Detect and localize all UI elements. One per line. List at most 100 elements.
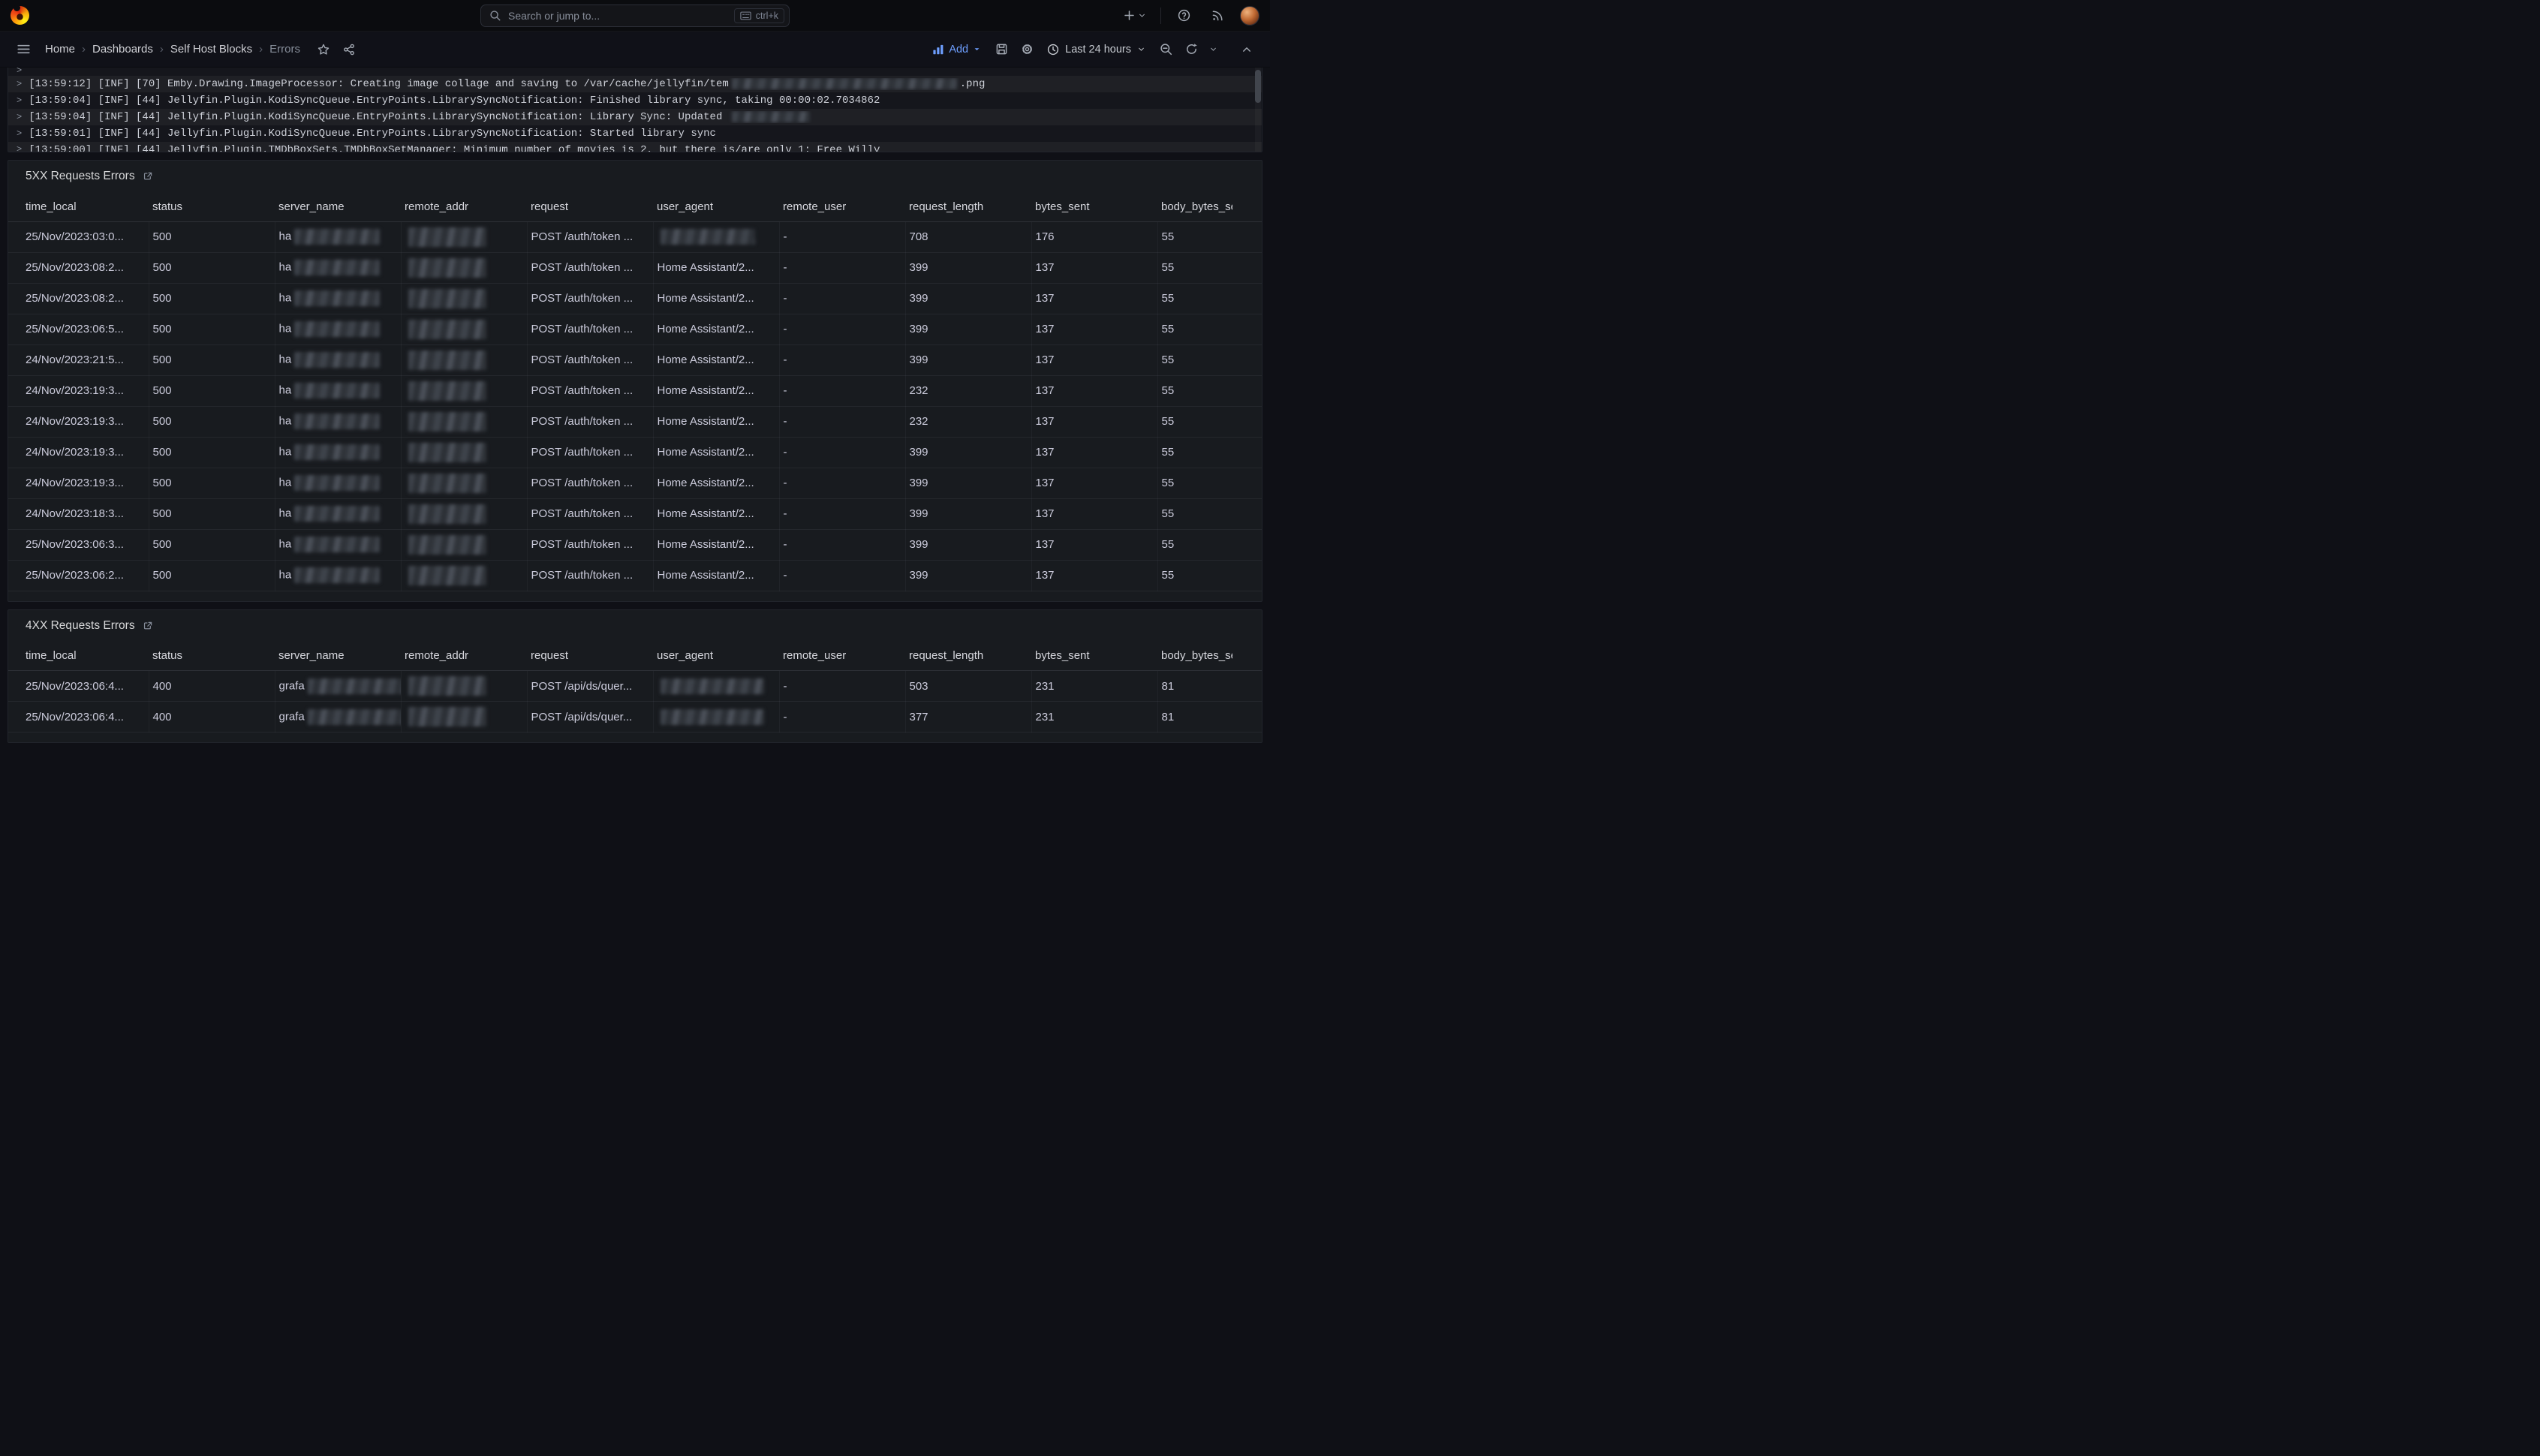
column-header-request[interactable]: request xyxy=(527,192,653,221)
column-header-request_length[interactable]: request_length xyxy=(905,192,1031,221)
cell-remote_user: - xyxy=(779,560,905,591)
column-header-remote_user[interactable]: remote_user xyxy=(779,642,905,671)
external-link-icon[interactable] xyxy=(143,171,153,182)
redacted-text xyxy=(294,290,380,306)
column-header-remote_addr[interactable]: remote_addr xyxy=(401,642,527,671)
favorite-button[interactable] xyxy=(312,38,335,61)
log-message: [13:59:12] [INF] [70] Emby.Drawing.Image… xyxy=(29,78,985,90)
column-header-body_bytes_sent[interactable]: body_bytes_sent xyxy=(1157,192,1232,221)
cell-time_local: 24/Nov/2023:21:5... xyxy=(8,344,149,375)
time-range-picker[interactable]: Last 24 hours xyxy=(1041,39,1151,60)
column-header-user_agent[interactable]: user_agent xyxy=(653,192,779,221)
column-header-status[interactable]: status xyxy=(149,642,275,671)
redacted-text xyxy=(408,258,486,278)
log-expand-icon[interactable]: > xyxy=(17,112,22,122)
external-link-icon[interactable] xyxy=(143,621,153,631)
log-row[interactable]: > [13:59:04] [INF] [44] Jellyfin.Plugin.K… xyxy=(8,109,1262,125)
share-button[interactable] xyxy=(338,38,360,61)
cell-remote_user: - xyxy=(779,283,905,314)
log-row[interactable]: > [13:59:12] [INF] [70] Emby.Drawing.Imag… xyxy=(8,76,1262,92)
column-header-bytes_sent[interactable]: bytes_sent xyxy=(1031,642,1157,671)
cell-status: 500 xyxy=(149,437,275,468)
cell-request: POST /auth/token ... xyxy=(527,221,653,252)
news-button[interactable] xyxy=(1206,5,1229,27)
column-header-remote_addr[interactable]: remote_addr xyxy=(401,192,527,221)
column-header-filler xyxy=(1232,192,1262,221)
log-row[interactable]: >[13:59:01] [INF] [44] Jellyfin.Plugin.K… xyxy=(8,125,1262,142)
redacted-text xyxy=(294,444,380,460)
breadcrumb-item-home[interactable]: Home xyxy=(45,43,75,56)
cell-filler xyxy=(1232,406,1262,437)
cell-bytes_sent: 137 xyxy=(1031,314,1157,344)
log-row[interactable]: >[13:59:00] [INF] [44] Jellyfin.Plugin.T… xyxy=(8,142,1262,152)
log-message: [13:59:04] [INF] [44] Jellyfin.Plugin.Ko… xyxy=(29,111,813,123)
cell-user_agent: Home Assistant/2... xyxy=(653,375,779,406)
column-header-request_length[interactable]: request_length xyxy=(905,642,1031,671)
cell-bytes_sent: 137 xyxy=(1031,375,1157,406)
log-expand-icon[interactable]: > xyxy=(17,144,22,152)
cell-filler xyxy=(1232,283,1262,314)
column-header-server_name[interactable]: server_name xyxy=(275,642,401,671)
cell-remote_user: - xyxy=(779,702,905,733)
cell-remote_addr xyxy=(401,702,527,733)
column-header-time_local[interactable]: time_local xyxy=(8,192,149,221)
cell-status: 500 xyxy=(149,468,275,498)
column-header-body_bytes_sent[interactable]: body_bytes_sent xyxy=(1157,642,1232,671)
cell-bytes_sent: 137 xyxy=(1031,560,1157,591)
log-expand-icon[interactable]: > xyxy=(17,95,22,106)
log-row[interactable]: >[13:59:04] [INF] [44] Jellyfin.Plugin.K… xyxy=(8,92,1262,109)
cell-server_name: ha xyxy=(275,221,401,252)
mega-menu-button[interactable] xyxy=(12,38,35,61)
column-header-status[interactable]: status xyxy=(149,192,275,221)
redacted-text xyxy=(408,320,486,339)
cell-body_bytes_sent: 55 xyxy=(1157,468,1232,498)
cell-time_local: 24/Nov/2023:18:3... xyxy=(8,498,149,529)
cell-time_local: 25/Nov/2023:06:4... xyxy=(8,702,149,733)
new-button[interactable] xyxy=(1120,6,1149,25)
breadcrumb-item-errors[interactable]: Errors xyxy=(269,43,300,56)
cell-remote_addr xyxy=(401,375,527,406)
cell-remote_addr xyxy=(401,468,527,498)
cell-remote_addr xyxy=(401,529,527,560)
refresh-interval-button[interactable] xyxy=(1205,38,1220,61)
add-panel-button[interactable]: Add xyxy=(926,39,987,60)
refresh-button[interactable] xyxy=(1180,38,1202,61)
collapse-controls-button[interactable] xyxy=(1235,38,1258,61)
hamburger-icon xyxy=(17,42,31,56)
log-expand-icon[interactable]: > xyxy=(17,79,22,89)
redacted-text xyxy=(408,227,486,247)
column-header-remote_user[interactable]: remote_user xyxy=(779,192,905,221)
cell-remote_user: - xyxy=(779,314,905,344)
clock-icon xyxy=(1047,44,1059,56)
search-bar[interactable]: Search or jump to... ctrl+k xyxy=(480,5,790,27)
cell-bytes_sent: 137 xyxy=(1031,468,1157,498)
cell-server_name: ha xyxy=(275,344,401,375)
log-expand-icon[interactable]: > xyxy=(17,128,22,139)
cell-status: 500 xyxy=(149,406,275,437)
column-header-time_local[interactable]: time_local xyxy=(8,642,149,671)
panel-header: 5XX Requests Errors xyxy=(8,161,1262,192)
grafana-logo[interactable] xyxy=(11,6,29,25)
breadcrumb-item-self-host-blocks[interactable]: Self Host Blocks xyxy=(170,43,252,56)
panel-title[interactable]: 4XX Requests Errors xyxy=(26,619,135,633)
log-row[interactable]: > xyxy=(8,68,1262,76)
column-header-user_agent[interactable]: user_agent xyxy=(653,642,779,671)
redacted-text xyxy=(408,474,486,493)
zoom-out-button[interactable] xyxy=(1154,38,1177,61)
panel-title[interactable]: 5XX Requests Errors xyxy=(26,170,135,183)
dashboard-settings-button[interactable] xyxy=(1016,38,1038,61)
column-header-server_name[interactable]: server_name xyxy=(275,192,401,221)
column-header-bytes_sent[interactable]: bytes_sent xyxy=(1031,192,1157,221)
breadcrumb-item-dashboards[interactable]: Dashboards xyxy=(92,43,153,56)
save-dashboard-button[interactable] xyxy=(990,38,1013,61)
help-button[interactable] xyxy=(1172,5,1195,27)
log-expand-icon[interactable]: > xyxy=(17,68,22,76)
cell-request_length: 708 xyxy=(905,221,1031,252)
logs-scrollbar-thumb[interactable] xyxy=(1255,70,1261,103)
user-avatar[interactable] xyxy=(1240,6,1259,26)
column-header-request[interactable]: request xyxy=(527,642,653,671)
cell-status: 500 xyxy=(149,314,275,344)
redacted-text xyxy=(661,229,755,245)
cell-time_local: 25/Nov/2023:03:0... xyxy=(8,221,149,252)
table-row: 25/Nov/2023:06:4...400grafaPOST /api/ds/… xyxy=(8,671,1262,702)
